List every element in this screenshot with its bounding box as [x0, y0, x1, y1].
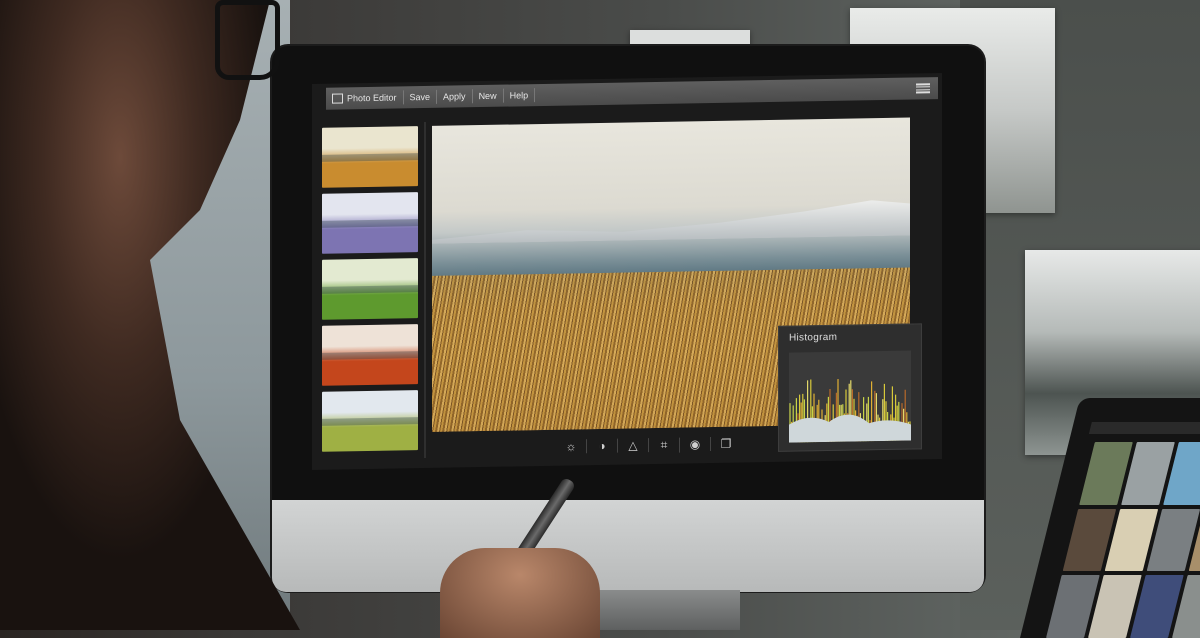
preview-eye-icon[interactable]: ◉: [680, 437, 711, 452]
photo-editor-window: Photo Editor Save Apply New Help ☼ ◑ △ ⌗…: [312, 73, 942, 471]
filter-thumbnail-teal[interactable]: [322, 390, 418, 452]
monitor-stand: [590, 590, 740, 630]
photo-mountains: [432, 196, 910, 244]
compare-icon[interactable]: ❐: [711, 437, 741, 452]
edit-toolbar: ☼ ◑ △ ⌗ ◉ ❐: [556, 433, 741, 458]
hamburger-menu-icon[interactable]: [916, 83, 930, 94]
monitor-chin: [272, 500, 984, 592]
panel-divider: [424, 122, 426, 459]
glasses: [215, 0, 280, 80]
image-icon: [332, 93, 343, 104]
filter-thumbnail-warm[interactable]: [322, 126, 418, 188]
laptop-title-bar: [1088, 422, 1200, 434]
histogram-chart: [789, 350, 911, 443]
histogram-panel: Histogram: [778, 323, 922, 452]
histogram-graph: [789, 379, 911, 443]
filter-thumbnails: [322, 126, 418, 458]
contrast-icon[interactable]: ◑: [587, 438, 618, 454]
histogram-title: Histogram: [789, 331, 838, 344]
menu-help[interactable]: Help: [503, 88, 536, 103]
filter-thumbnail-green[interactable]: [322, 258, 418, 320]
laptop-photo-grid: [1046, 442, 1200, 638]
app-title[interactable]: Photo Editor: [326, 90, 404, 106]
sharpen-icon[interactable]: △: [618, 438, 649, 453]
filter-thumbnail-red[interactable]: [322, 324, 418, 386]
menu-apply[interactable]: Apply: [437, 89, 473, 104]
brightness-icon[interactable]: ☼: [556, 439, 587, 454]
menu-bar: Photo Editor Save Apply New Help: [326, 77, 938, 110]
menu-save[interactable]: Save: [403, 89, 438, 105]
filter-thumbnail-purple[interactable]: [322, 192, 418, 254]
crop-icon[interactable]: ⌗: [649, 437, 680, 453]
menu-new[interactable]: New: [472, 88, 504, 104]
hand: [440, 548, 600, 638]
